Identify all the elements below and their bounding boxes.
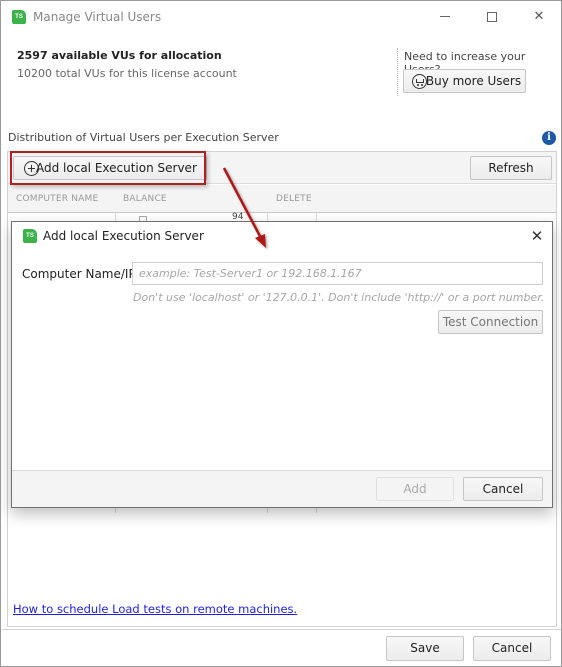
available-vus-text: 2597 available VUs for allocation <box>17 49 222 62</box>
title-bar: TS Manage Virtual Users ✕ <box>1 1 561 33</box>
close-icon: ✕ <box>533 9 545 24</box>
distribution-label: Distribution of Virtual Users per Execut… <box>8 131 279 144</box>
column-header-balance[interactable]: BALANCE <box>123 194 167 204</box>
dialog-close-button[interactable]: ✕ <box>526 226 548 246</box>
cancel-button[interactable]: Cancel <box>473 636 551 661</box>
total-vus-text: 10200 total VUs for this license account <box>17 67 237 80</box>
column-header-delete[interactable]: DELETE <box>276 194 312 204</box>
add-local-execution-server-button[interactable]: Add local Execution Server <box>13 156 207 180</box>
window-title: Manage Virtual Users <box>33 10 162 24</box>
add-execution-server-dialog: TS Add local Execution Server ✕ Computer… <box>11 221 553 508</box>
column-header-computer-name[interactable]: COMPUTER NAME <box>16 194 98 204</box>
save-button[interactable]: Save <box>386 636 464 661</box>
plus-circle-icon <box>24 161 39 176</box>
servers-table-header: COMPUTER NAME BALANCE DELETE <box>8 185 556 213</box>
close-icon: ✕ <box>530 227 544 245</box>
minimize-icon <box>440 16 450 17</box>
buy-more-users-button[interactable]: Buy more Users <box>403 69 526 93</box>
dialog-cancel-button[interactable]: Cancel <box>463 477 543 501</box>
servers-toolbar: Add local Execution Server Refresh <box>8 152 556 184</box>
schedule-remote-help-link[interactable]: How to schedule Load tests on remote mac… <box>13 602 297 616</box>
maximize-icon <box>487 11 497 22</box>
minimize-button[interactable] <box>423 5 467 29</box>
test-connection-button[interactable]: Test Connection <box>438 310 543 334</box>
info-icon[interactable]: i <box>542 131 556 145</box>
computer-name-hint: Don't use 'localhost' or '127.0.0.1'. Do… <box>133 291 545 304</box>
computer-name-label: Computer Name/IP: <box>22 267 140 281</box>
buy-more-users-label: Buy more Users <box>425 74 522 88</box>
app-logo-icon: TS <box>23 229 37 243</box>
close-button[interactable]: ✕ <box>517 5 561 29</box>
maximize-button[interactable] <box>470 5 514 29</box>
dialog-title: Add local Execution Server <box>43 229 204 243</box>
cart-icon <box>412 74 427 89</box>
add-button[interactable]: Add <box>376 477 454 501</box>
refresh-button[interactable]: Refresh <box>470 156 552 180</box>
add-server-label: Add local Execution Server <box>36 161 197 175</box>
computer-name-input[interactable] <box>132 262 543 285</box>
app-logo-icon: TS <box>12 10 26 24</box>
